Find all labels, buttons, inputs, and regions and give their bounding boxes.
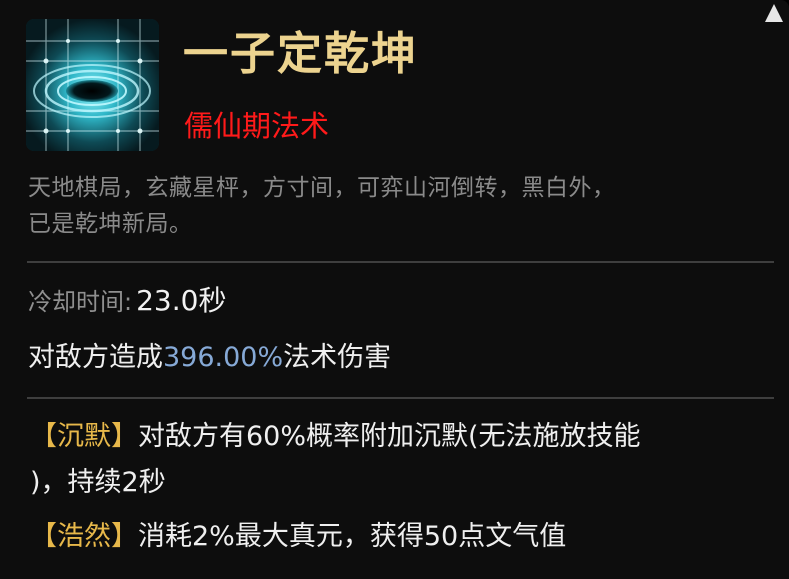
go-board-vortex-icon xyxy=(26,19,159,151)
divider xyxy=(27,397,774,399)
cooldown-row: 冷却时间: 23.0秒 xyxy=(28,279,226,319)
skill-title: 一子定乾坤 xyxy=(183,27,419,80)
cooldown-value: 23.0秒 xyxy=(136,284,227,317)
description-line: 天地棋局，玄藏星枰，方寸间，可弈山河倒转，黑白外， xyxy=(28,175,616,201)
effect-text: 消耗2%最大真元，获得50点文气值 xyxy=(138,521,567,552)
cooldown-label: 冷却时间: xyxy=(28,288,133,316)
damage-row: 对敌方造成396.00%法术伤害 xyxy=(28,336,391,380)
damage-prefix: 对敌方造成 xyxy=(28,342,163,373)
effect-silence-continued: )，持续2秒 xyxy=(30,460,166,506)
damage-suffix: 法术伤害 xyxy=(283,342,392,373)
description-line: 已是乾坤新局。 xyxy=(28,211,193,237)
damage-percent: 396.00% xyxy=(163,342,284,373)
skill-tier: 儒仙期法术 xyxy=(184,109,330,143)
effect-text: 对敌方有60%概率附加沉默(无法施放技能 xyxy=(138,421,641,452)
effect-tag: 【沉默】 xyxy=(30,421,138,452)
effect-text: )，持续2秒 xyxy=(30,467,166,498)
skill-description: 天地棋局，玄藏星枰，方寸间，可弈山河倒转，黑白外， 已是乾坤新局。 xyxy=(28,170,768,242)
effect-tag: 【浩然】 xyxy=(30,521,138,552)
collapse-arrow-icon[interactable] xyxy=(765,4,783,22)
skill-tooltip: 一子定乾坤 儒仙期法术 天地棋局，玄藏星枰，方寸间，可弈山河倒转，黑白外， 已是… xyxy=(0,0,789,579)
effect-silence: 【沉默】对敌方有60%概率附加沉默(无法施放技能 xyxy=(30,414,641,460)
divider xyxy=(27,261,774,263)
effect-haoran: 【浩然】消耗2%最大真元，获得50点文气值 xyxy=(30,514,566,560)
